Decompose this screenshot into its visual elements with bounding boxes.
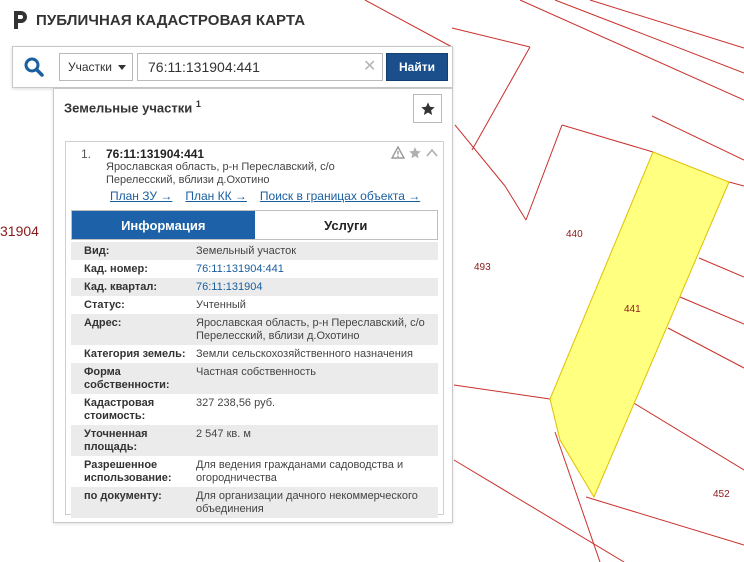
- info-label: Статус:: [84, 299, 125, 311]
- result-address: Ярославская область, р-н Переславский, с…: [106, 161, 356, 187]
- parcel-boundary: [525, 124, 563, 221]
- info-row: Категория земель: Земли сельскохозяйстве…: [71, 345, 438, 363]
- info-value: 2 547 кв. м: [196, 428, 251, 440]
- result-address-line: Ярославская область, р-н Переславский, с…: [106, 161, 335, 173]
- info-value: Земельный участок: [196, 245, 297, 257]
- app-title: ПУБЛИЧНАЯ КАДАСТРОВАЯ КАРТА: [36, 11, 306, 29]
- search-bar: Участки ✕ Найти: [12, 46, 453, 88]
- info-row: Адрес: Ярославская область, р-н Переслав…: [71, 314, 438, 345]
- info-value-link[interactable]: 76:11:131904: [196, 281, 438, 294]
- result-number: 1.: [81, 147, 92, 161]
- card-tools: [390, 145, 439, 160]
- parcel-boundary: [698, 257, 744, 278]
- parcel-label-441: 441: [624, 304, 641, 315]
- tab-services[interactable]: Услуги: [254, 211, 437, 239]
- info-row: по документу: Для организации дачного не…: [71, 487, 438, 518]
- search-input[interactable]: [137, 53, 383, 81]
- info-table: Вид: Земельный участок Кад. номер: 76:11…: [71, 242, 438, 518]
- info-label: Кад. номер:: [84, 263, 148, 275]
- panel-title: Земельные участки 1: [64, 99, 201, 115]
- parcel-label-440: 440: [566, 229, 583, 240]
- quarter-label: 31904: [0, 223, 39, 239]
- parcel-boundary: [471, 46, 531, 151]
- info-row: Уточненная площадь: 2 547 кв. м: [71, 425, 438, 456]
- info-label: Вид:: [84, 245, 110, 257]
- star-icon: [420, 101, 435, 115]
- info-label: Адрес:: [84, 317, 122, 329]
- search-type-select[interactable]: Участки: [59, 53, 133, 81]
- info-row: Кад. квартал: 76:11:131904: [71, 278, 438, 296]
- parcel-boundary: [561, 124, 654, 153]
- parcel-boundary: [453, 384, 551, 400]
- info-row: Форма собственности: Частная собственнос…: [71, 363, 438, 394]
- selected-parcel-441[interactable]: [549, 151, 730, 499]
- warning-icon[interactable]: [390, 145, 406, 160]
- chevron-down-icon: [118, 65, 126, 70]
- info-row: Разрешенное использование: Для ведения г…: [71, 456, 438, 487]
- close-icon[interactable]: ✕: [363, 59, 376, 75]
- parcel-boundary: [728, 181, 744, 187]
- info-value: Ярославская область, р-н Переславский, с…: [196, 317, 425, 342]
- tab-information[interactable]: Информация: [72, 211, 255, 239]
- parcel-boundary: [679, 296, 744, 325]
- info-label: Уточненная площадь:: [84, 428, 148, 453]
- info-row: Кад. номер: 76:11:131904:441: [71, 260, 438, 278]
- info-value: Земли сельскохозяйственного назначения: [196, 348, 413, 360]
- logo-icon: [14, 11, 27, 29]
- result-cad-number[interactable]: 76:11:131904:441: [106, 147, 204, 161]
- result-address-line: Перелесский, вблизи д.Охотино: [106, 174, 270, 186]
- info-label: Категория земель:: [84, 348, 186, 360]
- result-count: 1: [195, 99, 201, 109]
- favorite-button[interactable]: [413, 94, 442, 123]
- search-button[interactable]: Найти: [386, 53, 448, 81]
- info-row: Статус: Учтенный: [71, 296, 438, 314]
- parcel-boundary: [585, 496, 744, 546]
- info-label: Кадастровая стоимость:: [84, 397, 155, 422]
- info-label: Форма собственности:: [84, 366, 170, 391]
- info-value: Для ведения гражданами садоводства и ого…: [196, 459, 404, 484]
- search-type-label: Участки: [68, 60, 112, 74]
- parcel-boundary: [504, 185, 527, 221]
- parcel-label-452: 452: [713, 489, 730, 500]
- search-icon[interactable]: [23, 56, 45, 78]
- parcel-boundary: [554, 0, 744, 74]
- info-value-link[interactable]: 76:11:131904:441: [196, 263, 438, 276]
- link-search-in-bounds[interactable]: Поиск в границах объекта →: [260, 189, 420, 203]
- app-header: ПУБЛИЧНАЯ КАДАСТРОВАЯ КАРТА: [12, 10, 305, 30]
- info-value: Учтенный: [196, 299, 246, 311]
- result-card: 1. 76:11:131904:441 Ярославская область,…: [65, 141, 444, 518]
- info-value: 327 238,56 руб.: [196, 397, 276, 409]
- info-label: Кад. квартал:: [84, 281, 158, 293]
- parcel-boundary: [451, 27, 531, 48]
- parcel-boundary: [454, 124, 506, 187]
- result-links: План ЗУ → План КК → Поиск в границах объ…: [110, 189, 420, 203]
- info-value: Для организации дачного некоммерческого …: [196, 490, 418, 515]
- parcel-boundary: [364, 0, 453, 48]
- parcel-boundary: [589, 0, 744, 49]
- panel-title-text: Земельные участки: [64, 100, 193, 116]
- parcel-boundary: [519, 0, 744, 101]
- result-tabs: Информация Услуги: [71, 210, 438, 240]
- info-row: Кадастровая стоимость: 327 238,56 руб.: [71, 394, 438, 425]
- parcel-boundary: [667, 327, 744, 369]
- parcel-label-493: 493: [474, 262, 491, 273]
- star-icon[interactable]: [408, 146, 422, 160]
- chevron-up-icon[interactable]: [425, 146, 439, 160]
- parcel-boundary: [631, 401, 744, 471]
- link-plan-kk[interactable]: План КК →: [185, 189, 247, 203]
- info-row: Вид: Земельный участок: [71, 242, 438, 260]
- info-value: Частная собственность: [196, 366, 317, 378]
- info-label: Разрешенное использование:: [84, 459, 172, 484]
- link-plan-zu[interactable]: План ЗУ →: [110, 189, 172, 203]
- info-label: по документу:: [84, 490, 162, 502]
- parcel-boundary: [651, 115, 744, 161]
- results-panel: Земельные участки 1 1. 76:11:131904:441 …: [53, 88, 453, 523]
